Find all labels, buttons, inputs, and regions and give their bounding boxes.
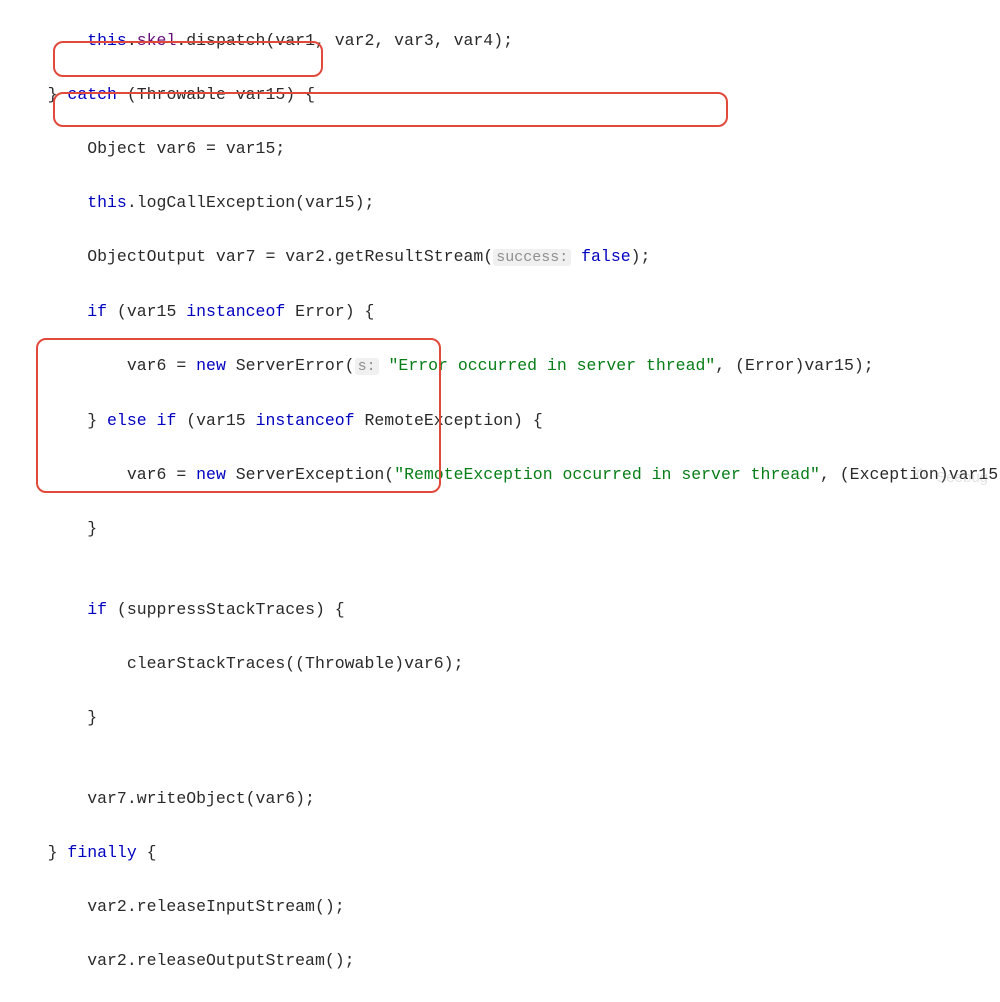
code-line: ObjectOutput var7 = var2.getResultStream… <box>8 243 1000 271</box>
param-hint: success: <box>493 249 571 266</box>
code-line: Object var6 = var15; <box>8 135 1000 162</box>
code-line: this.skel.dispatch(var1, var2, var3, var… <box>8 27 1000 54</box>
code-line: } <box>8 704 1000 731</box>
watermark: Seebug <box>912 464 988 491</box>
bug-icon <box>912 464 930 491</box>
code-line: } <box>8 1001 1000 1002</box>
code-line: var6 = new ServerError(s: "Error occurre… <box>8 352 1000 380</box>
watermark-label: Seebug <box>936 464 988 491</box>
param-hint: s: <box>355 358 379 375</box>
code-line: var7.writeObject(var6); <box>8 785 1000 812</box>
code-line: } catch (Throwable var15) { <box>8 81 1000 108</box>
code-block: this.skel.dispatch(var1, var2, var3, var… <box>0 0 1000 1002</box>
code-line: var2.releaseOutputStream(); <box>8 947 1000 974</box>
code-line: } else if (var15 instanceof RemoteExcept… <box>8 407 1000 434</box>
code-line: clearStackTraces((Throwable)var6); <box>8 650 1000 677</box>
code-line: if (suppressStackTraces) { <box>8 596 1000 623</box>
code-line: var6 = new ServerException("RemoteExcept… <box>8 461 1000 488</box>
code-line: this.logCallException(var15); <box>8 189 1000 216</box>
code-line: var2.releaseInputStream(); <box>8 893 1000 920</box>
code-line: if (var15 instanceof Error) { <box>8 298 1000 325</box>
code-line: } <box>8 515 1000 542</box>
code-line: } finally { <box>8 839 1000 866</box>
